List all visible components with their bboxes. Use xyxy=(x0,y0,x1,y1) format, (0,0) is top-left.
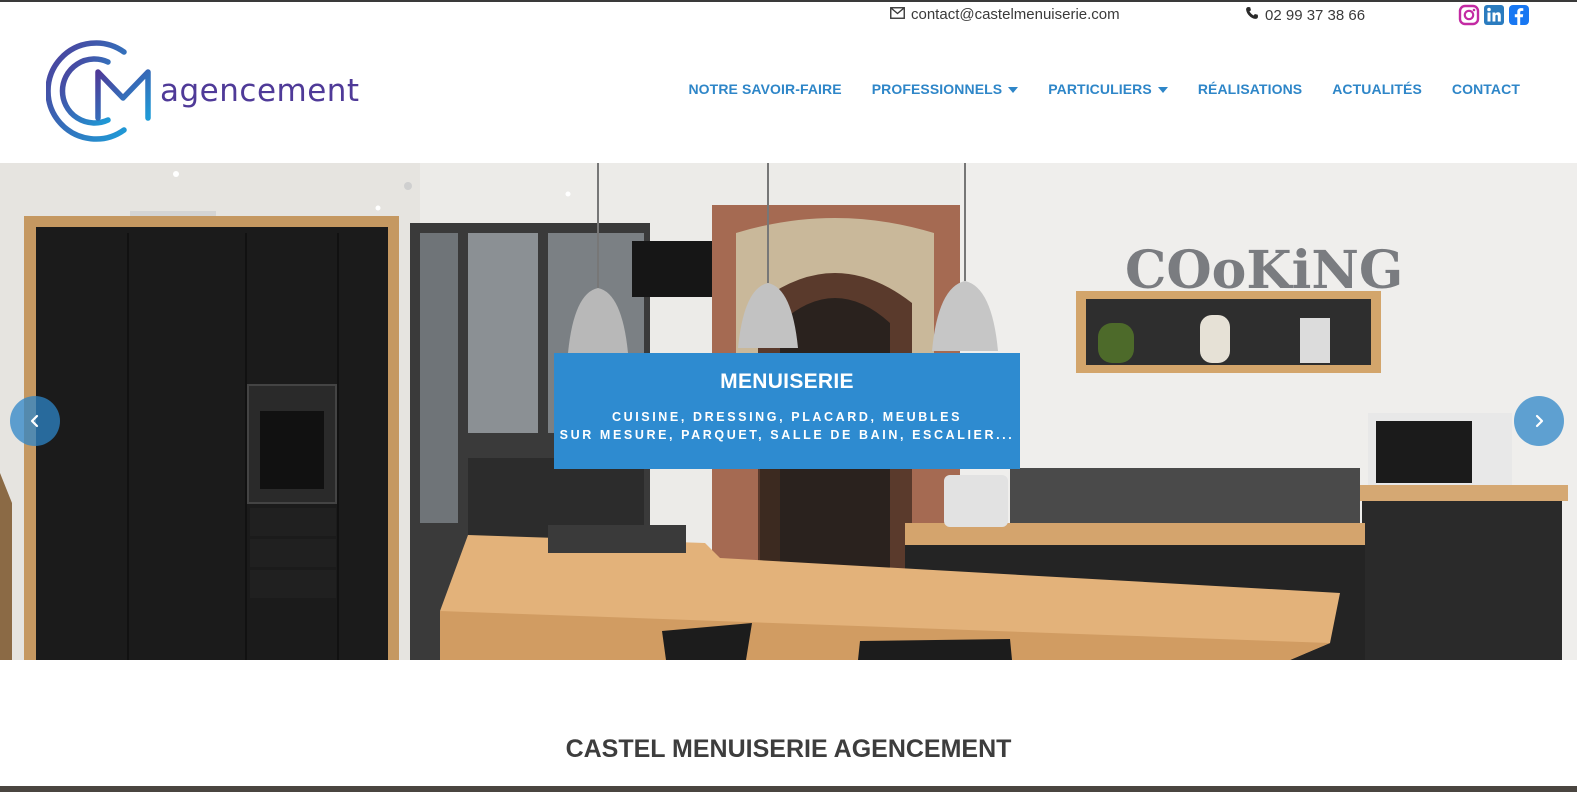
main-nav: NOTRE SAVOIR-FAIRE PROFESSIONNELS PARTIC… xyxy=(688,81,1520,97)
nav-savoir-faire[interactable]: NOTRE SAVOIR-FAIRE xyxy=(688,81,841,97)
facebook-icon[interactable] xyxy=(1508,4,1530,26)
slider-next-button[interactable] xyxy=(1514,396,1564,446)
contact-email-text[interactable]: contact@castelmenuiserie.com xyxy=(911,6,1120,23)
phone-icon xyxy=(1245,6,1259,24)
caret-down-icon[interactable] xyxy=(1008,86,1019,93)
chevron-left-icon xyxy=(30,414,39,428)
hero-subtitle-line2: SUR MESURE, PARQUET, SALLE DE BAIN, ESCA… xyxy=(559,428,1015,442)
linkedin-icon[interactable] xyxy=(1483,4,1505,26)
slider-prev-button[interactable] xyxy=(10,396,60,446)
nav-actualites[interactable]: ACTUALITÉS xyxy=(1332,81,1422,97)
nav-realisations[interactable]: RÉALISATIONS xyxy=(1198,81,1302,97)
hero-title: MENUISERIE xyxy=(720,370,854,393)
nav-label[interactable]: ACTUALITÉS xyxy=(1332,81,1422,97)
social-links xyxy=(1458,4,1530,26)
nav-label[interactable]: NOTRE SAVOIR-FAIRE xyxy=(688,81,841,97)
logo-word: agencement xyxy=(160,73,360,109)
nav-label[interactable]: RÉALISATIONS xyxy=(1198,81,1302,97)
hero-caption: MENUISERIE CUISINE, DRESSING, PLACARD, M… xyxy=(554,353,1020,469)
section-title: CASTEL MENUISERIE AGENCEMENT xyxy=(565,735,1012,763)
hero-slider: COoKiNG MENUISERIE CUISINE, DRESSING, PL… xyxy=(0,163,1577,660)
nav-contact[interactable]: CONTACT xyxy=(1452,81,1520,97)
nav-particuliers[interactable]: PARTICULIERS xyxy=(1048,81,1168,97)
hero-subtitle: CUISINE, DRESSING, PLACARD, MEUBLES SUR … xyxy=(554,408,1020,444)
nav-label[interactable]: CONTACT xyxy=(1452,81,1520,97)
nav-label[interactable]: PROFESSIONNELS xyxy=(872,81,1003,97)
site-logo[interactable]: agencement xyxy=(46,36,360,146)
envelope-icon xyxy=(890,6,905,23)
nav-professionnels[interactable]: PROFESSIONNELS xyxy=(872,81,1019,97)
cm-monogram-icon xyxy=(46,40,151,142)
hero-subtitle-line1: CUISINE, DRESSING, PLACARD, MEUBLES xyxy=(611,410,963,424)
caret-down-icon[interactable] xyxy=(1157,86,1168,93)
contact-phone[interactable]: 02 99 37 38 66 xyxy=(1245,6,1365,24)
next-section-edge xyxy=(0,786,1577,792)
chevron-right-icon xyxy=(1535,414,1544,428)
contact-email[interactable]: contact@castelmenuiserie.com xyxy=(890,6,1120,23)
contact-phone-text[interactable]: 02 99 37 38 66 xyxy=(1265,7,1365,24)
instagram-icon[interactable] xyxy=(1458,4,1480,26)
nav-label[interactable]: PARTICULIERS xyxy=(1048,81,1152,97)
top-border xyxy=(0,0,1577,2)
